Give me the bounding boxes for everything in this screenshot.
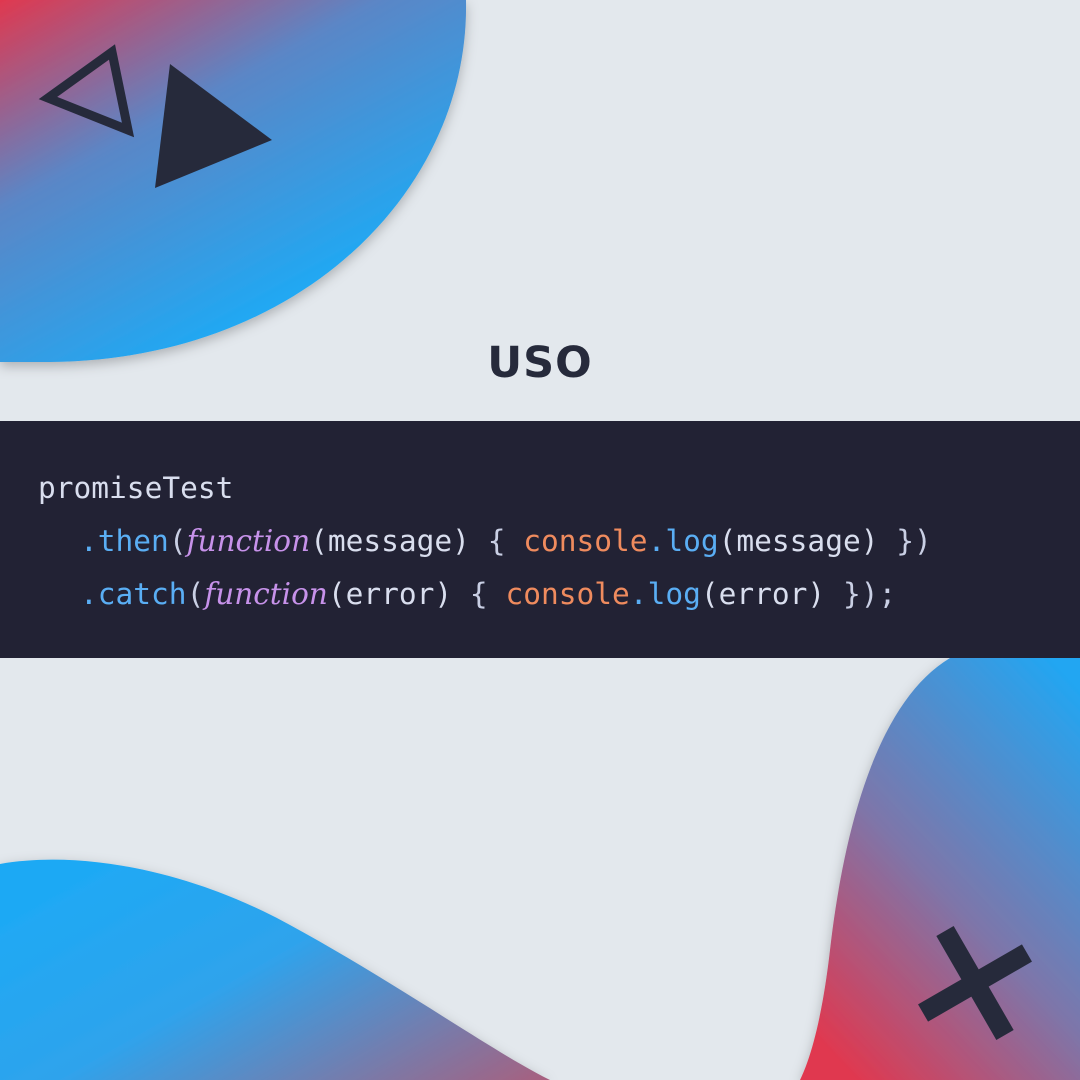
code-args: (error)	[700, 577, 826, 611]
code-tail: });	[825, 577, 897, 611]
code-line-1: promiseTest	[38, 462, 932, 515]
code-keyword: function	[186, 524, 311, 558]
code-console: console	[523, 524, 648, 558]
code-line-2: .then(function(message) { console.log(me…	[38, 515, 932, 568]
code-punc: (	[186, 577, 205, 611]
code-console: console	[505, 577, 630, 611]
code-dot: .	[647, 524, 666, 558]
code-punc: {	[469, 524, 524, 558]
code-block: promiseTest .then(function(message) { con…	[38, 462, 932, 621]
code-args: (message)	[718, 524, 879, 558]
code-punc: (	[168, 524, 187, 558]
code-log: log	[665, 524, 719, 558]
code-params: (message)	[310, 524, 470, 558]
code-log: log	[647, 577, 701, 611]
code-object: promiseTest	[38, 471, 234, 505]
code-keyword: function	[204, 577, 328, 611]
code-params: (error)	[327, 577, 453, 611]
code-dot: .	[629, 577, 648, 611]
code-method: .catch	[80, 577, 187, 611]
code-punc: {	[452, 577, 506, 611]
bottom-right-gradient-blob	[800, 658, 1080, 1080]
top-left-gradient-blob	[0, 0, 467, 362]
page-title: USO	[487, 338, 593, 388]
bottom-left-gradient-wave	[0, 859, 550, 1080]
code-tail: })	[878, 524, 932, 558]
code-method: .then	[80, 524, 169, 558]
code-line-3: .catch(function(error) { console.log(err…	[38, 568, 932, 621]
